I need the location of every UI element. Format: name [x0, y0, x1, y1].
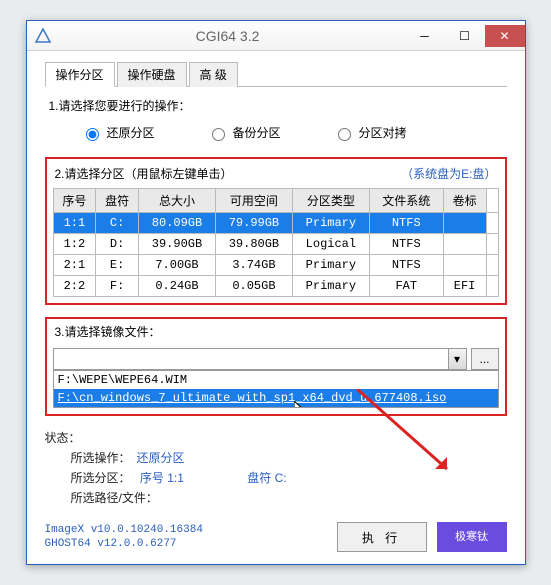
- status-label: 状态：: [45, 431, 81, 445]
- col-fs: 文件系统: [369, 189, 443, 213]
- tab-advanced[interactable]: 高 级: [189, 62, 238, 87]
- titlebar: CGI64 3.2 ─ ☐ ✕: [27, 21, 525, 51]
- content: 操作分区 操作硬盘 高 级 1.请选择您要进行的操作： 还原分区 备份分区 分区…: [27, 51, 525, 564]
- list-item[interactable]: F:\WEPE\WEPE64.WIM: [54, 371, 498, 389]
- col-total: 总大小: [139, 189, 216, 213]
- tabs: 操作分区 操作硬盘 高 级: [45, 61, 507, 87]
- section1-label: 1.请选择您要进行的操作：: [49, 97, 507, 114]
- radio-restore[interactable]: 还原分区: [81, 124, 155, 141]
- table-row[interactable]: 1:1C:80.09GB79.99GBPrimaryNTFS: [53, 213, 498, 234]
- table-row[interactable]: 2:2F:0.24GB0.05GBPrimaryFATEFI: [53, 276, 498, 297]
- image-dropdown[interactable]: ▾: [53, 348, 467, 370]
- radio-restore-input[interactable]: [86, 128, 99, 141]
- table-row[interactable]: 1:2D:39.90GB39.80GBLogicalNTFS: [53, 234, 498, 255]
- radio-backup[interactable]: 备份分区: [207, 124, 281, 141]
- col-free: 可用空间: [215, 189, 292, 213]
- tab-disk[interactable]: 操作硬盘: [117, 62, 187, 87]
- maximize-button[interactable]: ☐: [445, 25, 485, 47]
- col-ptype: 分区类型: [292, 189, 369, 213]
- radio-backup-input[interactable]: [212, 128, 225, 141]
- section3-box: 3.请选择镜像文件： ▾ ... F:\WEPE\WEPE64.WIMF:\cn…: [45, 317, 507, 416]
- watermark: 极寒钛: [437, 522, 507, 552]
- imagex-version: ImageX v10.0.10240.16384: [45, 523, 203, 537]
- window-buttons: ─ ☐ ✕: [405, 25, 525, 47]
- footer: ImageX v10.0.10240.16384 GHOST64 v12.0.0…: [45, 522, 507, 552]
- annotation-arrow: [347, 389, 467, 489]
- chevron-down-icon[interactable]: ▾: [448, 349, 466, 369]
- system-disk-note: （系统盘为E:盘）: [401, 165, 496, 182]
- tab-partition[interactable]: 操作分区: [45, 62, 115, 87]
- status-op-value: 还原分区: [137, 451, 185, 465]
- browse-button[interactable]: ...: [471, 348, 499, 370]
- close-button[interactable]: ✕: [485, 25, 525, 47]
- operation-radios: 还原分区 备份分区 分区对拷: [81, 124, 507, 141]
- image-dropdown-wrap: ▾ ...: [53, 348, 499, 370]
- execute-button[interactable]: 执 行: [337, 522, 427, 552]
- status-path-label: 所选路径/文件：: [71, 491, 158, 505]
- radio-copy[interactable]: 分区对拷: [333, 124, 407, 141]
- section2-box: 2.请选择分区（用鼠标左键单击） （系统盘为E:盘） 序号 盘符 总大小 可用空…: [45, 157, 507, 305]
- col-scroll: [486, 189, 498, 213]
- col-vol: 卷标: [443, 189, 486, 213]
- col-id: 序号: [53, 189, 96, 213]
- window-title: CGI64 3.2: [51, 28, 405, 44]
- status-part-id: 序号 1:1: [140, 471, 184, 485]
- ghost-version: GHOST64 v12.0.0.6277: [45, 537, 203, 551]
- col-drive: 盘符: [96, 189, 139, 213]
- status-part-label: 所选分区：: [71, 471, 131, 485]
- table-header-row: 序号 盘符 总大小 可用空间 分区类型 文件系统 卷标: [53, 189, 498, 213]
- partition-table[interactable]: 序号 盘符 总大小 可用空间 分区类型 文件系统 卷标 1:1C:80.09GB…: [53, 188, 499, 297]
- status-op-label: 所选操作：: [71, 451, 131, 465]
- section2-label: 2.请选择分区（用鼠标左键单击）: [55, 165, 233, 182]
- version-info: ImageX v10.0.10240.16384 GHOST64 v12.0.0…: [45, 523, 203, 551]
- table-row[interactable]: 2:1E:7.00GB3.74GBPrimaryNTFS: [53, 255, 498, 276]
- radio-copy-input[interactable]: [338, 128, 351, 141]
- minimize-button[interactable]: ─: [405, 25, 445, 47]
- status-part-drive: 盘符 C:: [247, 471, 286, 485]
- app-window: CGI64 3.2 ─ ☐ ✕ 操作分区 操作硬盘 高 级 1.请选择您要进行的…: [26, 20, 526, 565]
- app-icon: [35, 28, 51, 44]
- section2-header: 2.请选择分区（用鼠标左键单击） （系统盘为E:盘）: [55, 165, 497, 182]
- section3-label: 3.请选择镜像文件：: [55, 323, 499, 340]
- cursor-icon: [294, 401, 310, 407]
